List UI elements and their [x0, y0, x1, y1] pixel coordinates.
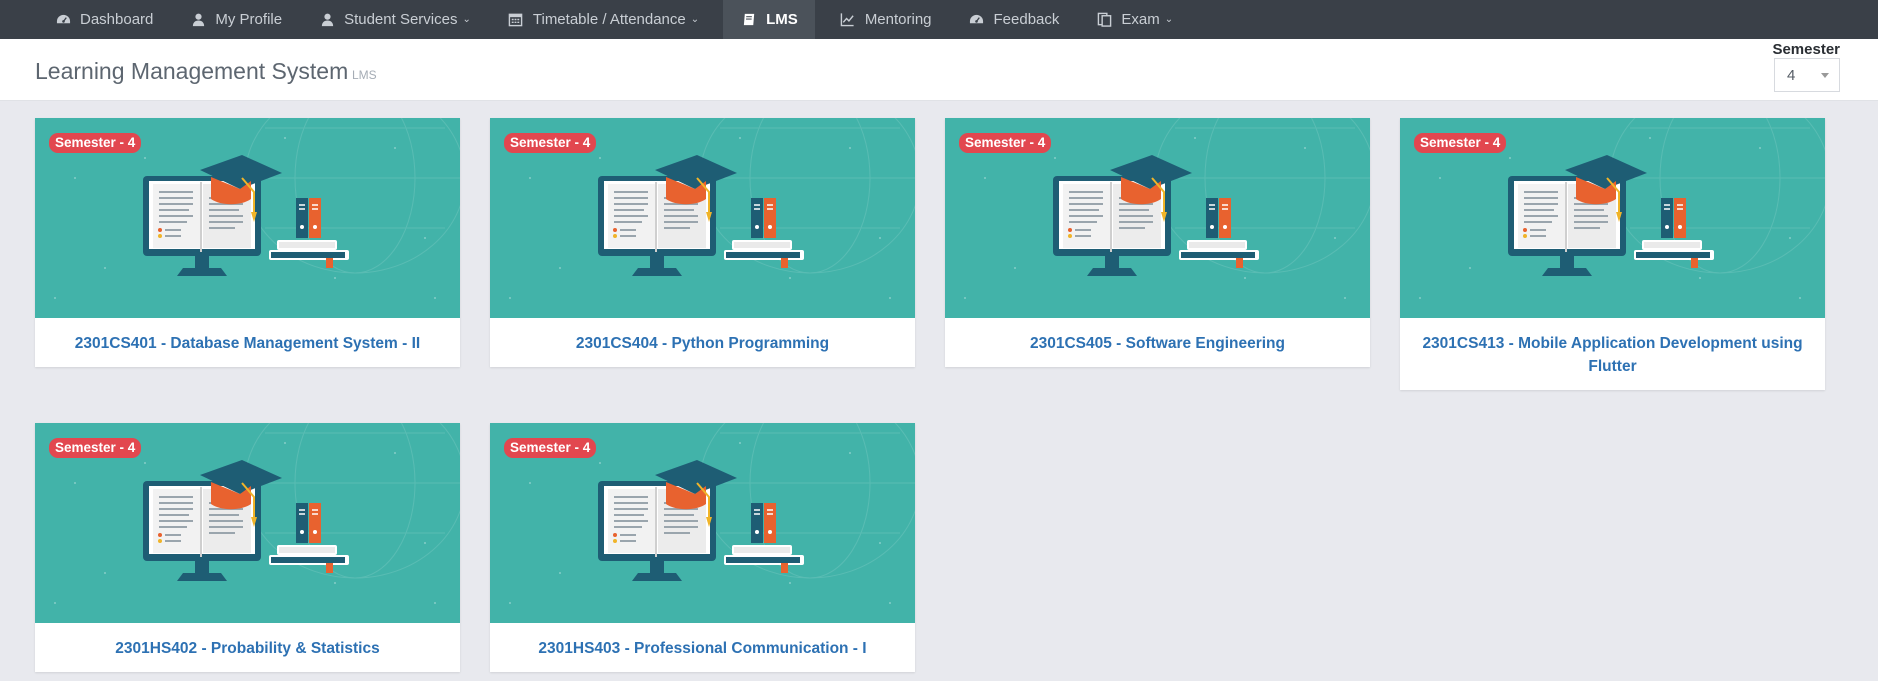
course-title-link[interactable]: 2301CS405 - Software Engineering	[945, 318, 1370, 367]
nav-label: Student Services	[344, 11, 458, 28]
nav-my-profile[interactable]: My Profile	[177, 0, 294, 39]
nav-label: Dashboard	[80, 11, 154, 28]
user-icon	[318, 12, 336, 28]
nav-lms[interactable]: LMS	[723, 0, 815, 39]
semester-badge: Semester - 4	[49, 133, 142, 153]
nav-label: Feedback	[993, 11, 1060, 28]
course-card-image: Semester - 4	[490, 423, 915, 623]
semester-label: Semester	[1772, 41, 1840, 58]
semester-select[interactable]: 4	[1774, 58, 1840, 92]
files-icon	[1095, 12, 1113, 28]
course-card-image: Semester - 4	[35, 118, 460, 318]
nav-student-services[interactable]: Student Services ⌄	[306, 0, 483, 39]
semester-badge: Semester - 4	[959, 133, 1052, 153]
course-title-link[interactable]: 2301CS404 - Python Programming	[490, 318, 915, 367]
course-card[interactable]: Semester - 4 2301CS405 - Software Engine…	[945, 118, 1370, 367]
nav-label: My Profile	[215, 11, 283, 28]
nav-feedback[interactable]: Feedback	[956, 0, 1072, 39]
course-card-image: Semester - 4	[1400, 118, 1825, 318]
course-card-image: Semester - 4	[490, 118, 915, 318]
line-chart-icon	[839, 12, 857, 28]
course-card[interactable]: Semester - 4 2301HS402 - Probability & S…	[35, 423, 460, 672]
course-title-link[interactable]: 2301HS403 - Professional Communication -…	[490, 623, 915, 672]
course-card[interactable]: Semester - 4 2301CS404 - Python Programm…	[490, 118, 915, 367]
calendar-icon	[507, 12, 525, 28]
page-subtitle: LMS	[352, 68, 377, 82]
course-title-link[interactable]: 2301CS401 - Database Management System -…	[35, 318, 460, 367]
course-card-image: Semester - 4	[35, 423, 460, 623]
semester-badge: Semester - 4	[504, 133, 597, 153]
nav-timetable-attendance[interactable]: Timetable / Attendance ⌄	[495, 0, 711, 39]
nav-label: Exam	[1121, 11, 1160, 28]
semester-select-value: 4	[1787, 66, 1796, 84]
semester-badge: Semester - 4	[1414, 133, 1507, 153]
course-card[interactable]: Semester - 4 2301CS413 - Mobile Applicat…	[1400, 118, 1825, 390]
course-card[interactable]: Semester - 4 2301CS401 - Database Manage…	[35, 118, 460, 367]
book-icon	[740, 12, 758, 28]
course-card[interactable]: Semester - 4 2301HS403 - Professional Co…	[490, 423, 915, 672]
chevron-down-icon: ⌄	[1164, 14, 1174, 25]
nav-label: LMS	[766, 11, 798, 28]
nav-exam[interactable]: Exam ⌄	[1083, 0, 1185, 39]
course-card-image: Semester - 4	[945, 118, 1370, 318]
chevron-down-icon	[1821, 73, 1829, 78]
chevron-down-icon: ⌄	[690, 14, 700, 25]
nav-dashboard[interactable]: Dashboard	[42, 0, 165, 39]
top-navigation: Dashboard My Profile Student Services ⌄ …	[0, 0, 1878, 39]
nav-mentoring[interactable]: Mentoring	[827, 0, 944, 39]
nav-label: Timetable / Attendance	[532, 11, 686, 28]
semester-badge: Semester - 4	[49, 438, 142, 458]
semester-badge: Semester - 4	[504, 438, 597, 458]
nav-label: Mentoring	[864, 11, 932, 28]
chevron-down-icon: ⌄	[462, 14, 471, 25]
dashboard-icon	[968, 12, 986, 28]
user-icon	[189, 12, 207, 28]
page-title: Learning Management System	[35, 58, 349, 84]
page-header: Learning Management System LMS Semester …	[0, 39, 1878, 101]
course-title-link[interactable]: 2301CS413 - Mobile Application Developme…	[1400, 318, 1825, 390]
course-title-link[interactable]: 2301HS402 - Probability & Statistics	[35, 623, 460, 672]
dashboard-icon	[54, 12, 72, 28]
